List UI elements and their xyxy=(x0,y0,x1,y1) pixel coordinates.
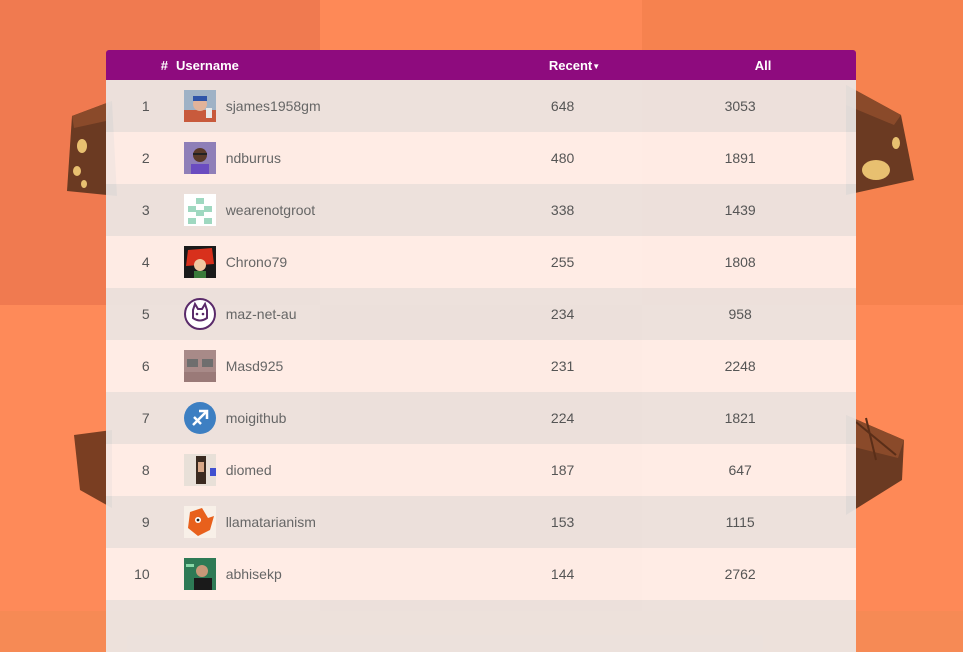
username-link[interactable]: wearenotgroot xyxy=(226,202,316,218)
avatar[interactable] xyxy=(183,298,216,330)
table-row: 9 llamatarianism 153 1115 xyxy=(106,496,856,548)
username-link[interactable]: Masd925 xyxy=(226,358,284,374)
rank-cell: 1 xyxy=(141,98,150,114)
all-points-cell: 3053 xyxy=(724,98,756,114)
avatar[interactable] xyxy=(183,194,216,226)
username-link[interactable]: sjames1958gm xyxy=(226,98,321,114)
user-cell[interactable]: Masd925 xyxy=(150,350,501,382)
table-row: 7 moigithub 224 1821 xyxy=(106,392,856,444)
user-cell[interactable]: wearenotgroot xyxy=(150,194,501,226)
table-row: 6 Masd925 231 2248 xyxy=(106,340,856,392)
recent-points-cell: 231 xyxy=(550,358,575,374)
username-link[interactable]: llamatarianism xyxy=(226,514,316,530)
rank-cell: 10 xyxy=(134,566,150,582)
user-cell[interactable]: llamatarianism xyxy=(150,506,501,538)
all-column-header[interactable]: All xyxy=(673,58,853,73)
table-body: 1 sjames1958gm 648 3053 2 ndburrus 480 1891 3 wea… xyxy=(106,80,856,652)
avatar[interactable] xyxy=(183,558,216,590)
avatar[interactable] xyxy=(183,506,216,538)
username-link[interactable]: Chrono79 xyxy=(226,254,288,270)
recent-points-cell: 144 xyxy=(550,566,575,582)
username-link[interactable]: ndburrus xyxy=(226,150,281,166)
table-header: # Username Recent▼ All xyxy=(106,50,856,80)
user-cell[interactable]: Chrono79 xyxy=(150,246,501,278)
recent-points-cell: 224 xyxy=(550,410,575,426)
recent-column-header[interactable]: Recent▼ xyxy=(476,58,673,73)
avatar[interactable] xyxy=(183,350,216,382)
recent-points-cell: 338 xyxy=(550,202,575,218)
rank-cell: 6 xyxy=(141,358,150,374)
recent-points-cell: 480 xyxy=(550,150,575,166)
recent-points-cell: 153 xyxy=(550,514,575,530)
username-link[interactable]: maz-net-au xyxy=(226,306,297,322)
user-cell[interactable]: abhisekp xyxy=(150,558,501,590)
brownie-decoration xyxy=(846,85,914,195)
leaderboard-table: # Username Recent▼ All 1 sjames1958gm 648 3… xyxy=(106,50,856,652)
user-cell[interactable]: ndburrus xyxy=(150,142,501,174)
username-link[interactable]: abhisekp xyxy=(226,566,282,582)
table-row xyxy=(106,600,856,652)
user-cell[interactable]: moigithub xyxy=(150,402,501,434)
table-row: 5 maz-net-au 234 958 xyxy=(106,288,856,340)
rank-cell: 2 xyxy=(141,150,150,166)
sort-caret-icon: ▼ xyxy=(592,61,601,71)
username-column-header: Username xyxy=(176,57,239,73)
user-cell[interactable]: diomed xyxy=(150,454,501,486)
all-points-cell: 2762 xyxy=(724,566,756,582)
table-row: 4 Chrono79 255 1808 xyxy=(106,236,856,288)
table-row: 2 ndburrus 480 1891 xyxy=(106,132,856,184)
username-link[interactable]: diomed xyxy=(226,462,272,478)
recent-column-label: Recent xyxy=(548,57,593,73)
all-points-cell: 1808 xyxy=(724,254,756,270)
rank-cell: 9 xyxy=(141,514,150,530)
all-points-cell: 1891 xyxy=(724,150,756,166)
all-points-cell: 647 xyxy=(728,462,752,478)
table-row: 1 sjames1958gm 648 3053 xyxy=(106,80,856,132)
all-points-cell: 1821 xyxy=(724,410,756,426)
rank-cell: 7 xyxy=(141,410,150,426)
all-points-cell: 958 xyxy=(728,306,752,322)
table-row: 3 wearenotgroot 338 1439 xyxy=(106,184,856,236)
user-cell[interactable]: sjames1958gm xyxy=(150,90,501,122)
avatar[interactable] xyxy=(183,90,216,122)
recent-points-cell: 255 xyxy=(550,254,575,270)
avatar[interactable] xyxy=(183,246,216,278)
all-points-cell: 1439 xyxy=(724,202,756,218)
avatar[interactable] xyxy=(183,454,216,486)
avatar[interactable] xyxy=(183,402,216,434)
recent-points-cell: 234 xyxy=(550,306,575,322)
recent-points-cell: 648 xyxy=(550,98,575,114)
table-row: 10 abhisekp 144 2762 xyxy=(106,548,856,600)
all-points-cell: 2248 xyxy=(724,358,756,374)
table-row: 8 diomed 187 647 xyxy=(106,444,856,496)
rank-cell: 5 xyxy=(141,306,150,322)
rank-cell: 4 xyxy=(141,254,150,270)
user-cell[interactable]: maz-net-au xyxy=(150,298,501,330)
rank-cell: 8 xyxy=(141,462,150,478)
username-link[interactable]: moigithub xyxy=(226,410,287,426)
rank-column-header: # xyxy=(160,57,168,73)
all-points-cell: 1115 xyxy=(725,514,755,530)
avatar[interactable] xyxy=(183,142,216,174)
rank-cell: 3 xyxy=(141,202,150,218)
recent-points-cell: 187 xyxy=(550,462,575,478)
